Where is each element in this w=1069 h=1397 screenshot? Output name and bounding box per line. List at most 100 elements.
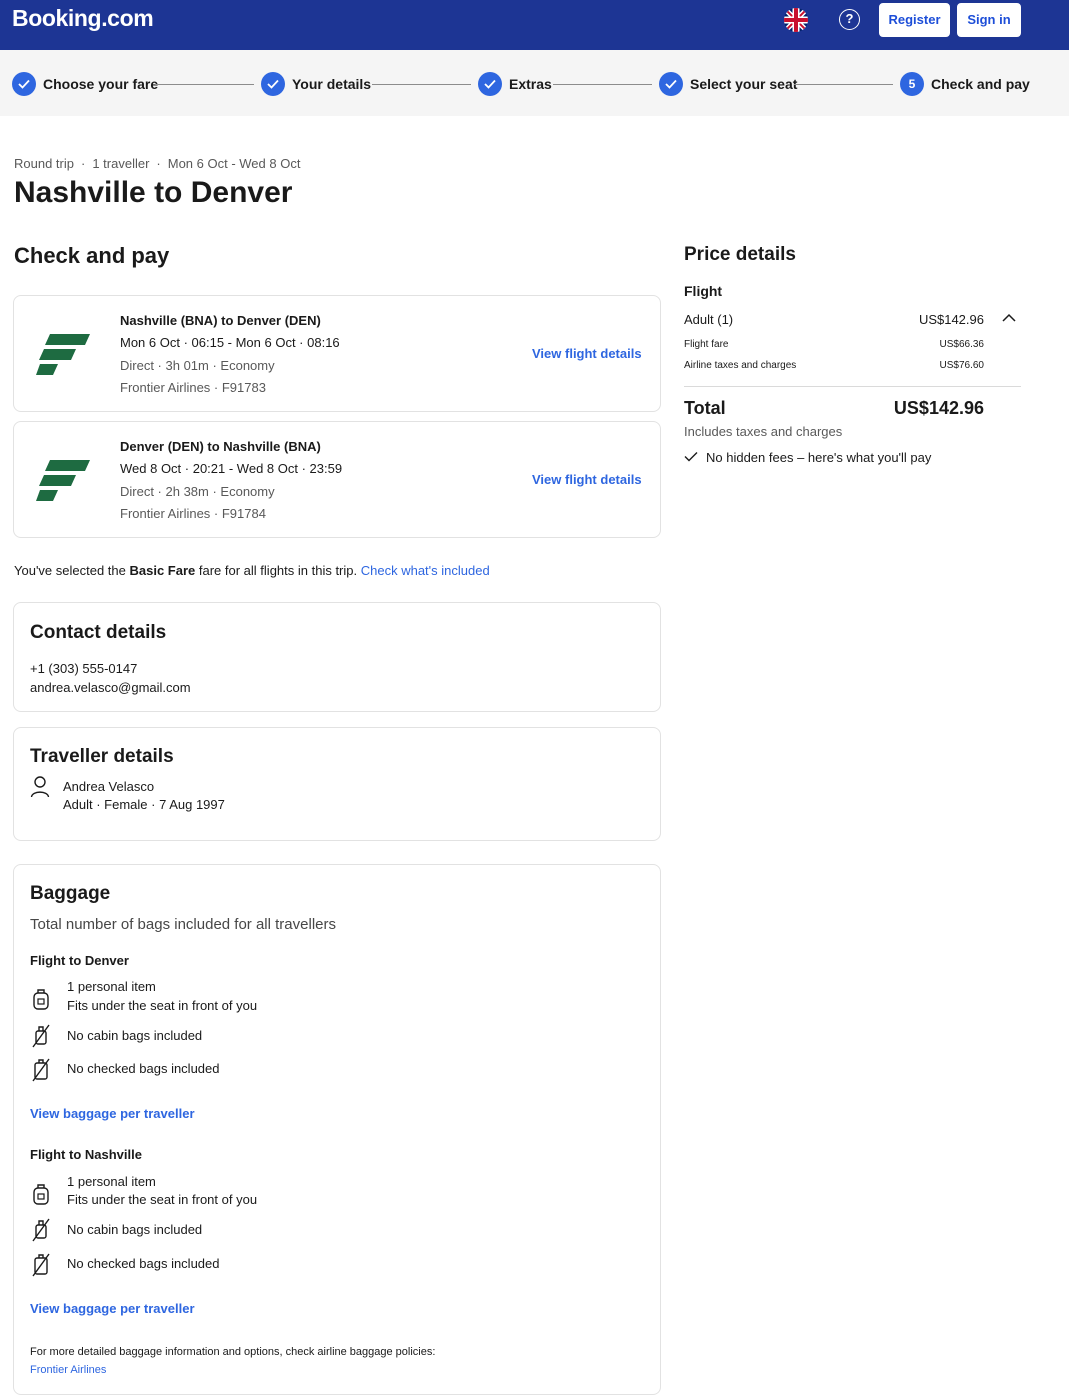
baggage-flight-heading: Flight to Denver <box>30 953 129 968</box>
price-row-total: Total US$142.96 <box>684 398 984 419</box>
traveller-name: Andrea Velasco <box>63 779 155 794</box>
no-checked-bag-icon <box>31 1058 51 1087</box>
trip-type: Round trip <box>14 156 74 171</box>
personal-item-sub: Fits under the seat in front of you <box>67 1192 258 1207</box>
step-check-and-pay: 5 Check and pay <box>900 72 1030 96</box>
view-flight-details-link[interactable]: View flight details <box>532 472 642 487</box>
personal-item-label: 1 personal item <box>67 979 156 994</box>
baggage-flight-heading: Flight to Nashville <box>30 1147 142 1162</box>
traveller-info: Adult · Female · 7 Aug 1997 <box>63 797 225 812</box>
step-label: Extras <box>509 76 552 92</box>
chevron-up-icon[interactable] <box>1001 311 1017 330</box>
register-button[interactable]: Register <box>879 3 950 37</box>
uk-flag-icon[interactable] <box>784 8 808 32</box>
step-your-details: Your details <box>261 72 371 96</box>
total-note: Includes taxes and charges <box>684 424 843 439</box>
flight-airline: Frontier Airlines · F91783 <box>120 380 266 395</box>
step-extras: Extras <box>478 72 552 96</box>
step-label: Choose your fare <box>43 76 159 92</box>
check-icon <box>261 72 285 96</box>
no-checked-bags-label: No checked bags included <box>67 1256 220 1271</box>
page-title: Nashville to Denver <box>14 176 293 209</box>
check-icon <box>478 72 502 96</box>
section-title: Check and pay <box>14 243 170 268</box>
flight-meta: Direct · 2h 38m · Economy <box>120 484 275 499</box>
step-number: 5 <box>900 72 924 96</box>
flight-route: Denver (DEN) to Nashville (BNA) <box>120 439 321 454</box>
flight-airline: Frontier Airlines · F91784 <box>120 506 266 521</box>
personal-item-label: 1 personal item <box>67 1174 156 1189</box>
person-icon <box>30 776 50 798</box>
no-cabin-bags-label: No cabin bags included <box>67 1028 203 1043</box>
trip-summary: Round trip · 1 traveller · Mon 6 Oct - Wed 8… <box>14 156 301 171</box>
frontier-logo-icon <box>36 332 92 376</box>
price-divider <box>684 386 1021 387</box>
top-header: Booking.com ? Register Sign in <box>0 0 1069 50</box>
flight-times: Wed 8 Oct · 20:21 - Wed 8 Oct · 23:59 <box>120 461 343 476</box>
flight-meta: Direct · 3h 01m · Economy <box>120 358 275 373</box>
traveller-details-title: Traveller details <box>30 746 174 767</box>
view-baggage-per-traveller-link[interactable]: View baggage per traveller <box>30 1106 195 1121</box>
total-label: Total <box>684 398 726 418</box>
step-choose-fare: Choose your fare <box>12 72 158 96</box>
flight-card-outbound: Nashville (BNA) to Denver (DEN) Mon 6 Oc… <box>13 295 661 412</box>
fare-value: US$66.36 <box>939 339 984 350</box>
baggage-title: Baggage <box>30 883 111 904</box>
adult-value: US$142.96 <box>918 312 984 327</box>
frontier-policy-link[interactable]: Frontier Airlines <box>30 1364 106 1376</box>
view-flight-details-link[interactable]: View flight details <box>532 346 642 361</box>
step-label: Your details <box>292 76 372 92</box>
baggage-subtitle: Total number of bags included for all tr… <box>30 916 336 933</box>
step-connector <box>553 84 652 85</box>
fare-note-prefix: You've selected the <box>14 563 126 578</box>
traveller-details-card: Traveller details Andrea Velasco Adult ·… <box>13 727 661 841</box>
view-baggage-per-traveller-link[interactable]: View baggage per traveller <box>30 1301 195 1316</box>
check-whats-included-link[interactable]: Check what's included <box>361 563 490 578</box>
trip-dates: Mon 6 Oct - Wed 8 Oct <box>167 156 301 171</box>
personal-item-icon <box>31 1183 51 1212</box>
total-value: US$142.96 <box>893 398 984 418</box>
no-cabin-bags-label: No cabin bags included <box>67 1222 203 1237</box>
fare-note: You've selected the Basic Fare fare for … <box>14 563 490 578</box>
question-circle-icon[interactable]: ? <box>839 9 860 30</box>
no-hidden-fees: No hidden fees – here's what you'll pay <box>684 450 931 465</box>
taxes-value: US$76.60 <box>939 360 984 371</box>
adult-label: Adult (1) <box>684 312 734 327</box>
contact-details-card: Contact details +1 (303) 555-0147 andrea… <box>13 602 661 712</box>
booking-logo[interactable]: Booking.com <box>12 5 154 32</box>
sign-in-button[interactable]: Sign in <box>957 3 1021 37</box>
price-section-flight: Flight <box>684 283 723 299</box>
no-cabin-bag-icon <box>31 1218 51 1247</box>
flight-card-return: Denver (DEN) to Nashville (BNA) Wed 8 Oc… <box>13 421 661 538</box>
no-cabin-bag-icon <box>31 1024 51 1053</box>
no-checked-bag-icon <box>31 1253 51 1282</box>
contact-phone: +1 (303) 555-0147 <box>30 661 138 676</box>
step-connector <box>155 84 254 85</box>
frontier-logo-icon <box>36 458 92 502</box>
no-hidden-fees-text: No hidden fees – here's what you'll pay <box>706 450 932 465</box>
step-label: Select your seat <box>690 76 798 92</box>
step-select-seat: Select your seat <box>659 72 797 96</box>
taxes-label: Airline taxes and charges <box>684 360 797 371</box>
baggage-policy-note: For more detailed baggage information an… <box>30 1346 436 1358</box>
step-connector <box>372 84 471 85</box>
fare-note-suffix: fare for all flights in this trip. <box>198 563 358 578</box>
personal-item-icon <box>31 988 51 1017</box>
check-icon <box>659 72 683 96</box>
fare-label: Flight fare <box>684 339 729 350</box>
trip-travellers: 1 traveller <box>92 156 150 171</box>
contact-email: andrea.velasco@gmail.com <box>30 680 191 695</box>
check-icon <box>12 72 36 96</box>
step-label: Check and pay <box>931 76 1030 92</box>
price-row-taxes: Airline taxes and charges US$76.60 <box>684 360 984 371</box>
flight-route: Nashville (BNA) to Denver (DEN) <box>120 313 321 328</box>
step-connector <box>794 84 893 85</box>
price-row-adult[interactable]: Adult (1) US$142.96 <box>684 312 984 327</box>
baggage-card: Baggage Total number of bags included fo… <box>13 864 661 1395</box>
personal-item-sub: Fits under the seat in front of you <box>67 998 258 1013</box>
price-row-fare: Flight fare US$66.36 <box>684 339 984 350</box>
checkmark-icon <box>684 450 706 465</box>
fare-name: Basic Fare <box>129 563 196 578</box>
checkout-progress: Choose your fare Your details Extras Sel… <box>0 50 1069 116</box>
contact-details-title: Contact details <box>30 622 167 643</box>
